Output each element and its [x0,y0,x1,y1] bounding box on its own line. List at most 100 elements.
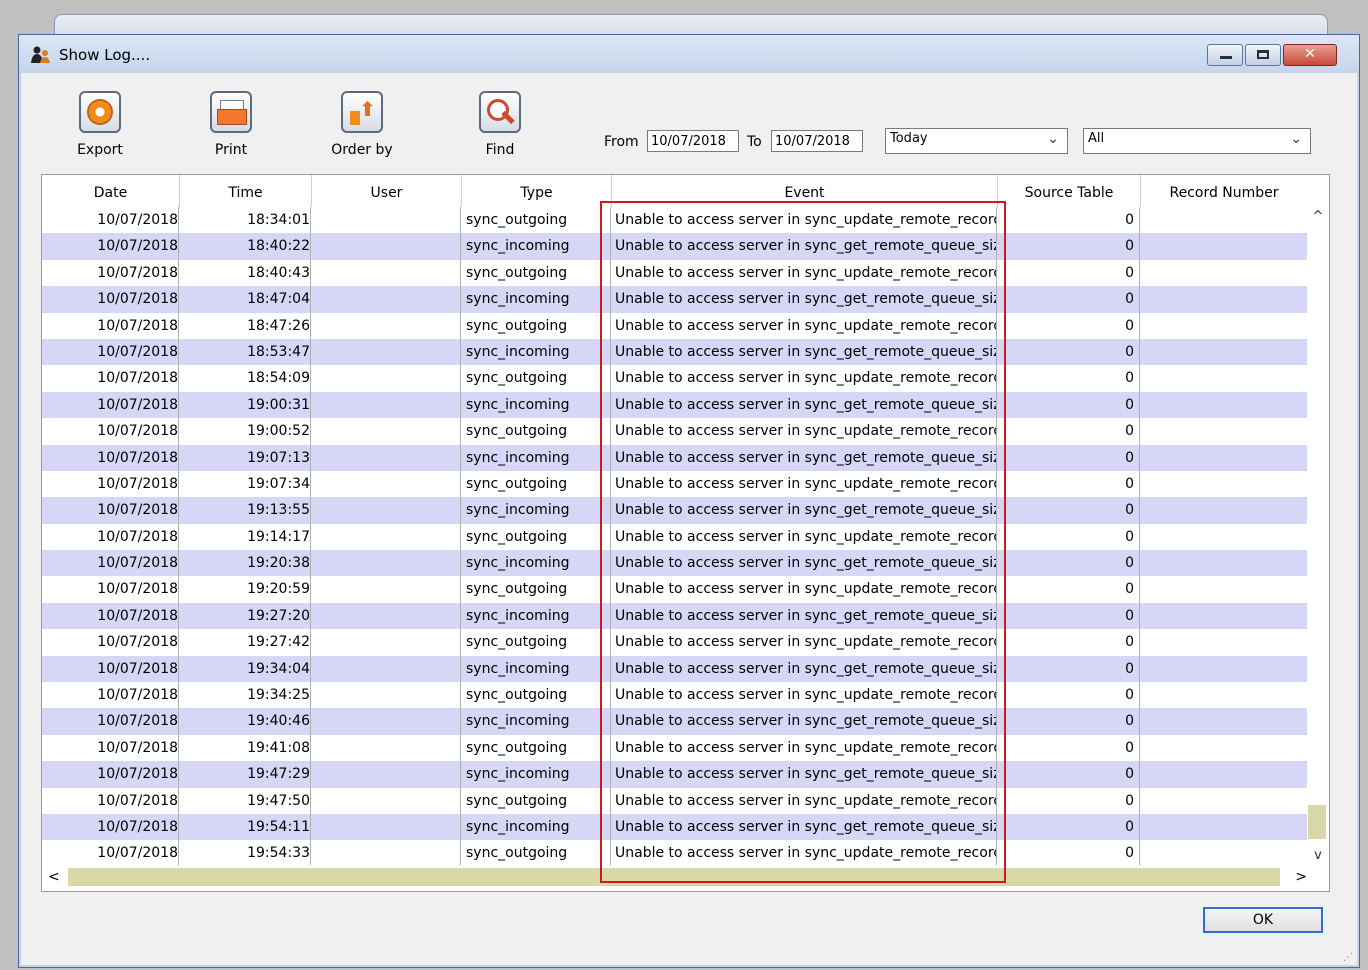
table-body: 10/07/2018 18:34:01 sync_outgoing Unable to… [42,207,1307,867]
from-date-field[interactable] [647,130,739,152]
cell-date: 10/07/2018 [42,497,179,524]
table-row[interactable]: 10/07/2018 19:54:33 sync_outgoing Unable to… [42,840,1307,867]
sort-order-icon [341,91,383,133]
table-row[interactable]: 10/07/2018 19:00:31 sync_incoming Unable to… [42,391,1307,419]
scroll-right-icon[interactable]: > [1295,869,1307,885]
table-row[interactable]: 10/07/2018 19:47:50 sync_outgoing Unable to… [42,787,1307,814]
export-label: Export [77,142,123,158]
column-header-record-number[interactable]: Record Number [1141,175,1307,207]
horizontal-scrollbar[interactable]: < > [42,865,1329,891]
cell-event: Unable to access server in sync_get_remo… [612,233,997,260]
cell-time: 19:54:33 [180,840,311,867]
horizontal-scroll-thumb[interactable] [68,868,1280,886]
minimize-button[interactable] [1207,44,1243,66]
column-header-time[interactable]: Time [180,175,312,207]
app-people-icon [31,46,50,63]
vertical-scrollbar[interactable]: ^ v [1307,207,1329,865]
cell-time: 19:00:52 [180,418,311,445]
cell-source-table: 0 [998,259,1140,287]
cell-source-table: 0 [998,708,1140,735]
ok-button[interactable]: OK [1203,907,1323,933]
table-row[interactable]: 10/07/2018 18:53:47 sync_incoming Unable to… [42,338,1307,366]
cell-type: sync_outgoing [462,259,611,287]
table-row[interactable]: 10/07/2018 19:00:52 sync_outgoing Unable to… [42,418,1307,445]
table-row[interactable]: 10/07/2018 18:47:26 sync_outgoing Unable to… [42,312,1307,339]
table-row[interactable]: 10/07/2018 19:47:29 sync_incoming Unable to… [42,761,1307,788]
cell-record-number [1141,471,1307,497]
table-row[interactable]: 10/07/2018 19:41:08 sync_outgoing Unable to… [42,734,1307,762]
cell-user [312,602,461,630]
cell-time: 19:20:38 [180,550,311,577]
cell-type: sync_outgoing [462,629,611,656]
cell-event: Unable to access server in sync_update_r… [612,312,997,339]
cell-record-number [1141,788,1307,814]
cell-type: sync_incoming [462,444,611,471]
column-header-user[interactable]: User [312,175,462,207]
type-filter-select[interactable]: All ⌄ [1083,128,1311,154]
cell-type: sync_incoming [462,550,611,577]
cell-type: sync_incoming [462,391,611,419]
cell-source-table: 0 [998,682,1140,709]
cell-record-number [1141,761,1307,787]
cell-time: 18:40:43 [180,259,311,287]
scroll-down-icon[interactable]: v [1307,848,1329,863]
cell-user [312,576,461,603]
table-row[interactable]: 10/07/2018 18:34:01 sync_outgoing Unable to… [42,207,1307,234]
column-header-type[interactable]: Type [462,175,612,207]
table-row[interactable]: 10/07/2018 18:40:22 sync_incoming Unable to… [42,233,1307,260]
column-header-date[interactable]: Date [42,175,180,207]
table-row[interactable]: 10/07/2018 19:20:59 sync_outgoing Unable to… [42,576,1307,603]
table-row[interactable]: 10/07/2018 19:40:46 sync_incoming Unable to… [42,708,1307,735]
title-bar[interactable]: Show Log.... ✕ [19,35,1359,73]
maximize-button[interactable] [1245,44,1281,66]
cell-record-number [1141,603,1307,629]
to-date-field[interactable] [771,130,863,152]
table-row[interactable]: 10/07/2018 18:54:09 sync_outgoing Unable to… [42,365,1307,392]
cell-event: Unable to access server in sync_get_remo… [612,286,997,313]
table-row[interactable]: 10/07/2018 19:20:38 sync_incoming Unable to… [42,550,1307,577]
table-row[interactable]: 10/07/2018 19:54:11 sync_incoming Unable to… [42,813,1307,841]
cell-type: sync_outgoing [462,682,611,709]
scroll-up-icon[interactable]: ^ [1307,209,1329,224]
table-row[interactable]: 10/07/2018 19:27:20 sync_incoming Unable to… [42,602,1307,630]
table-row[interactable]: 10/07/2018 19:27:42 sync_outgoing Unable to… [42,629,1307,656]
table-row[interactable]: 10/07/2018 19:07:13 sync_incoming Unable to… [42,444,1307,471]
cell-time: 18:47:26 [180,312,311,339]
export-button[interactable]: Export [55,91,145,158]
cell-event: Unable to access server in sync_get_remo… [612,602,997,630]
cell-source-table: 0 [998,787,1140,814]
table-row[interactable]: 10/07/2018 19:07:34 sync_outgoing Unable to… [42,470,1307,498]
column-header-event[interactable]: Event [612,175,998,207]
export-gear-icon [79,91,121,133]
print-button[interactable]: Print [186,91,276,158]
resize-grip-icon[interactable]: ⋰ [1343,952,1353,963]
cell-time: 18:40:22 [180,233,311,260]
type-filter-value: All [1088,131,1105,146]
to-label: To [747,134,762,150]
table-row[interactable]: 10/07/2018 19:34:25 sync_outgoing Unable to… [42,682,1307,709]
cell-user [312,338,461,366]
cell-date: 10/07/2018 [42,391,179,419]
close-button[interactable]: ✕ [1283,44,1337,66]
cell-record-number [1141,840,1307,866]
cell-user [312,365,461,392]
order-by-button[interactable]: Order by [317,91,407,158]
cell-record-number [1141,392,1307,418]
cell-user [312,286,461,313]
column-header-source-table[interactable]: Source Table [998,175,1141,207]
cell-type: sync_incoming [462,338,611,366]
vertical-scroll-thumb[interactable] [1308,805,1326,839]
cell-time: 19:14:17 [180,523,311,551]
table-row[interactable]: 10/07/2018 18:40:43 sync_outgoing Unable to… [42,259,1307,287]
cell-type: sync_outgoing [462,312,611,339]
table-row[interactable]: 10/07/2018 19:14:17 sync_outgoing Unable to… [42,523,1307,551]
table-row[interactable]: 10/07/2018 18:47:04 sync_incoming Unable to… [42,286,1307,313]
cell-source-table: 0 [998,470,1140,498]
table-row[interactable]: 10/07/2018 19:13:55 sync_incoming Unable to… [42,497,1307,524]
cell-record-number [1141,682,1307,708]
log-table[interactable]: Date Time User Type Event Source Table R… [41,174,1330,892]
date-range-select[interactable]: Today ⌄ [885,128,1068,154]
scroll-left-icon[interactable]: < [48,869,60,885]
table-row[interactable]: 10/07/2018 19:34:04 sync_incoming Unable to… [42,655,1307,683]
find-button[interactable]: Find [455,91,545,158]
